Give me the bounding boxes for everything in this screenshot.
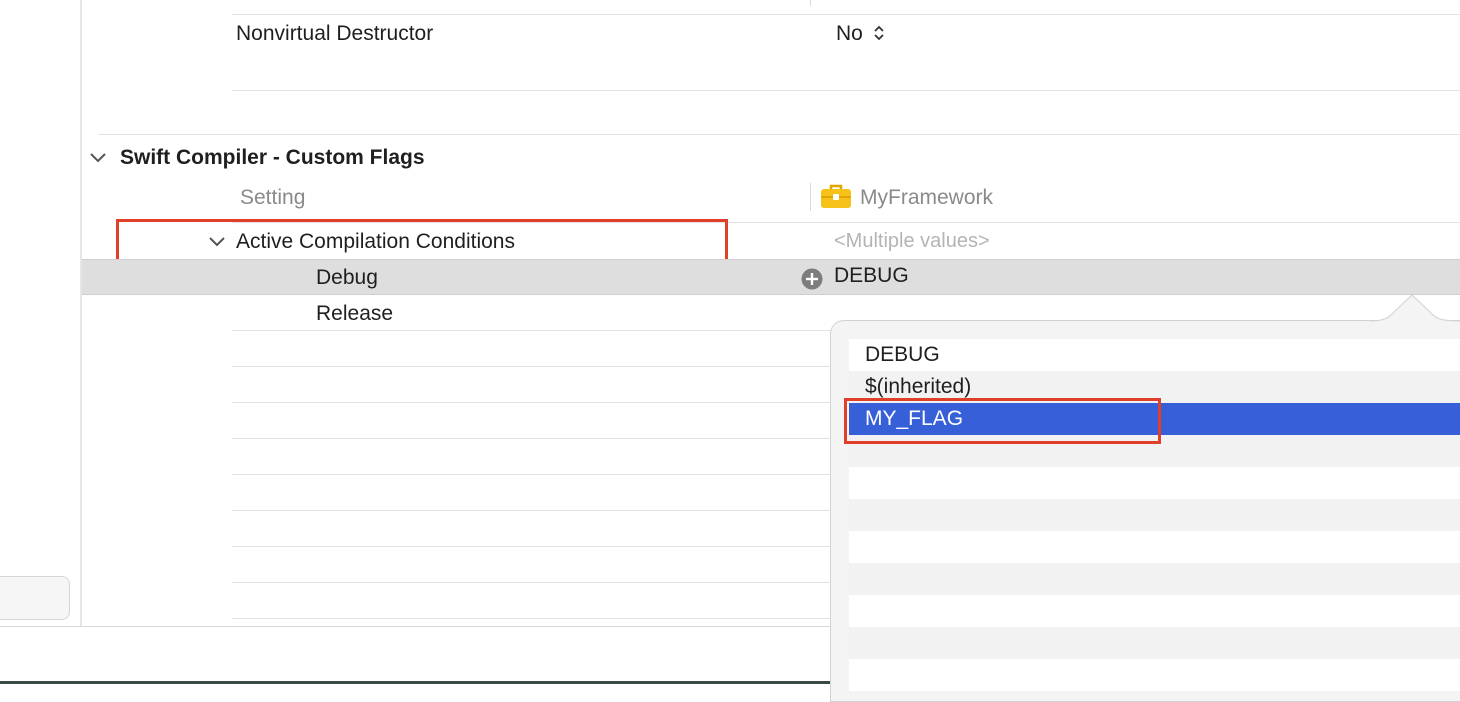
- chevron-down-icon[interactable]: [89, 152, 107, 164]
- setting-value-multiple[interactable]: <Multiple values>: [834, 229, 990, 253]
- list-item-label: $(inherited): [865, 375, 972, 398]
- list-item-empty[interactable]: [849, 531, 1460, 563]
- toolbox-icon: [821, 184, 851, 208]
- value-list[interactable]: DEBUG $(inherited) MY_FLAG: [849, 339, 1460, 701]
- list-item-empty[interactable]: [849, 563, 1460, 595]
- config-value-debug[interactable]: DEBUG: [834, 264, 909, 288]
- up-down-chevron-icon: [874, 25, 884, 41]
- list-item-empty[interactable]: [849, 467, 1460, 499]
- row-divider: [232, 90, 1460, 91]
- setting-label-nonvirtual-destructor: Nonvirtual Destructor: [236, 22, 434, 45]
- column-header-target: MyFramework: [860, 186, 994, 209]
- list-item-empty[interactable]: [849, 595, 1460, 627]
- value-list-popover: DEBUG $(inherited) MY_FLAG: [830, 320, 1460, 702]
- row-divider: [232, 474, 832, 475]
- row-divider: [232, 14, 1460, 15]
- sidebar-divider: [80, 0, 82, 626]
- config-label-release[interactable]: Release: [316, 302, 393, 326]
- row-divider: [232, 582, 832, 583]
- bottom-bar-divider: [0, 626, 830, 627]
- list-item-label: DEBUG: [865, 343, 940, 366]
- section-title: Swift Compiler - Custom Flags: [120, 146, 425, 169]
- popover-arrow: [1370, 294, 1460, 322]
- list-item-empty[interactable]: [849, 659, 1460, 691]
- highlight-box: [844, 398, 1161, 444]
- list-item-empty[interactable]: [849, 499, 1460, 531]
- setting-value-popup[interactable]: No: [836, 22, 884, 46]
- column-divider: [810, 0, 811, 6]
- row-divider: [232, 546, 832, 547]
- column-divider: [810, 183, 811, 211]
- list-item-empty[interactable]: [849, 627, 1460, 659]
- config-label-debug[interactable]: Debug: [316, 266, 378, 290]
- plus-circle-icon[interactable]: [801, 268, 823, 290]
- setting-value: No: [836, 22, 863, 45]
- row-divider: [232, 330, 832, 331]
- row-divider: [232, 366, 832, 367]
- section-divider: [98, 134, 1460, 135]
- row-divider: [232, 402, 832, 403]
- sidebar-filter-field[interactable]: [0, 576, 70, 620]
- row-divider: [232, 510, 832, 511]
- list-item[interactable]: DEBUG: [849, 339, 1460, 371]
- row-divider: [232, 618, 832, 619]
- column-header-setting: Setting: [240, 186, 306, 209]
- row-divider: [232, 438, 832, 439]
- selected-row-background: [82, 259, 1460, 295]
